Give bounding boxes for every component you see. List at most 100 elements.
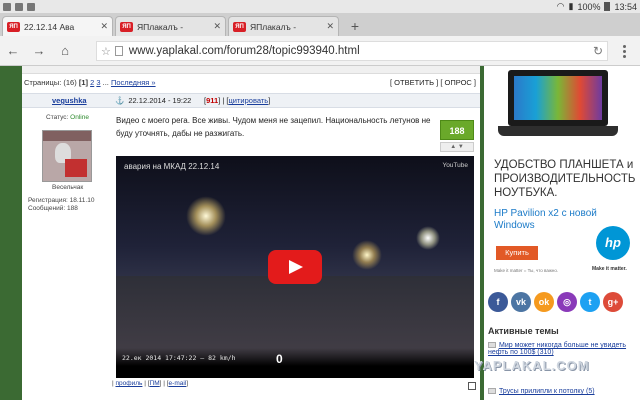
post-date: ⚓ 22.12.2014 - 19:22 bbox=[115, 96, 191, 105]
browser-tab-bar: ЯП 22.12.14 Ава ✕ ЯП ЯПлакалъ - ✕ ЯП ЯПл… bbox=[0, 13, 640, 36]
status-value: Online bbox=[70, 114, 89, 121]
video-streetlight bbox=[186, 196, 226, 236]
overflow-menu-button[interactable] bbox=[612, 41, 636, 61]
tab-2[interactable]: ЯП ЯПлакалъ - ✕ bbox=[115, 16, 226, 36]
page-icon bbox=[114, 46, 123, 56]
reply-button[interactable]: [ ОТВЕТИТЬ ] bbox=[390, 78, 438, 87]
video-speed: 0 bbox=[276, 352, 283, 366]
user-rank: Весельчак bbox=[52, 184, 84, 191]
poll-button[interactable]: [ ОПРОС ] bbox=[440, 78, 476, 87]
back-arrow-icon: ← bbox=[6, 43, 20, 58]
tab-title: ЯПлакалъ - bbox=[250, 21, 297, 32]
active-topic-item[interactable]: Трусы прилипли к потолку (5) bbox=[488, 388, 638, 395]
odnoklassniki-icon[interactable]: ok bbox=[534, 292, 554, 312]
facebook-icon[interactable]: f bbox=[488, 292, 508, 312]
user-registration: Регистрация: 18.11.10 bbox=[28, 197, 95, 204]
pager-label: Страницы: bbox=[24, 78, 62, 87]
avatar-detail bbox=[65, 159, 87, 177]
close-tab-icon[interactable]: ✕ bbox=[213, 21, 221, 32]
pm-link[interactable]: ПМ bbox=[150, 380, 160, 387]
post-icon: ⚓ bbox=[115, 96, 125, 105]
battery-icon bbox=[604, 2, 611, 11]
clock: 13:54 bbox=[614, 1, 637, 12]
forum-column: Страницы: (16) [1] 2 3 ... Последняя » [… bbox=[22, 66, 480, 400]
video-dashcam-overlay bbox=[116, 348, 474, 378]
post-author[interactable]: vegushka bbox=[52, 96, 87, 105]
close-tab-icon[interactable]: ✕ bbox=[100, 21, 108, 32]
windows-tiles bbox=[514, 76, 602, 120]
notification-icon bbox=[27, 2, 35, 11]
ad-headline: УДОБСТВО ПЛАНШЕТА и ПРОИЗВОДИТЕЛЬНОСТЬ Н… bbox=[494, 159, 636, 199]
close-tab-icon[interactable]: ✕ bbox=[326, 21, 334, 32]
home-button[interactable]: ⌂ bbox=[52, 38, 78, 64]
video-player[interactable]: авария на МКАД 22.12.14 YouTube 22.ек 20… bbox=[116, 156, 474, 378]
google-plus-icon[interactable]: g+ bbox=[603, 292, 623, 312]
pager-last-link[interactable]: Последняя » bbox=[111, 78, 156, 87]
post-number[interactable]: 911 bbox=[206, 96, 218, 105]
ad-tagline: Make it matter. bbox=[592, 266, 627, 272]
advertisement[interactable]: УДОБСТВО ПЛАНШЕТА и ПРОИЗВОДИТЕЛЬНОСТЬ Н… bbox=[488, 66, 638, 280]
menu-dot bbox=[622, 49, 626, 53]
back-button[interactable]: ← bbox=[0, 38, 26, 64]
twitter-icon[interactable]: t bbox=[580, 292, 600, 312]
tab-title: 22.12.14 Ава bbox=[24, 21, 75, 32]
menu-dot bbox=[622, 54, 626, 58]
video-title[interactable]: авария на МКАД 22.12.14 bbox=[124, 162, 219, 171]
play-button-icon[interactable] bbox=[268, 250, 322, 284]
pager-current: [1] bbox=[78, 78, 88, 87]
pager-ellipsis: ... bbox=[102, 78, 109, 87]
active-topic-item[interactable]: Мир может никогда больше не увидеть нефт… bbox=[488, 342, 638, 356]
video-timestamp: 22.ек 2014 17:47:22 — 82 km/h bbox=[122, 354, 236, 362]
forward-button[interactable]: → bbox=[26, 38, 52, 64]
pager-link-2[interactable]: 2 bbox=[90, 78, 94, 87]
user-status: Статус: Online bbox=[46, 114, 89, 121]
post-meta: [911] | [цитировать] bbox=[204, 96, 271, 105]
video-provider[interactable]: YouTube bbox=[442, 162, 468, 169]
topic-actions: [ ОТВЕТИТЬ ] [ ОПРОС ] bbox=[390, 78, 476, 87]
menu-dot bbox=[622, 44, 626, 48]
watermark: YAPLAKAL.COM bbox=[474, 358, 590, 373]
right-sidebar: УДОБСТВО ПЛАНШЕТА и ПРОИЗВОДИТЕЛЬНОСТЬ Н… bbox=[484, 66, 640, 400]
wifi-icon: ◠ bbox=[556, 1, 565, 11]
active-topics-title: Активные темы bbox=[488, 326, 559, 336]
new-tab-button[interactable]: + bbox=[341, 16, 369, 36]
active-topic-link[interactable]: Трусы прилипли к потолку (5) bbox=[499, 388, 595, 395]
url-text[interactable]: www.yaplakal.com/forum28/topic993940.htm… bbox=[129, 45, 360, 57]
notification-icon bbox=[15, 2, 23, 11]
pager-link-3[interactable]: 3 bbox=[96, 78, 100, 87]
address-bar[interactable]: ☆ www.yaplakal.com/forum28/topic993940.h… bbox=[96, 41, 608, 61]
battery-percent: 100% bbox=[577, 1, 601, 12]
reload-icon[interactable]: ↻ bbox=[593, 44, 603, 58]
favicon-icon: ЯП bbox=[120, 21, 133, 32]
instagram-icon[interactable]: ◎ bbox=[557, 292, 577, 312]
status-label: Статус: bbox=[46, 114, 69, 121]
bookmark-star-icon[interactable]: ☆ bbox=[101, 45, 111, 58]
avatar[interactable] bbox=[42, 130, 92, 182]
post-date-text: 22.12.2014 - 19:22 bbox=[128, 96, 192, 105]
signal-icon: ▮ bbox=[568, 1, 574, 11]
page-content: Страницы: (16) [1] 2 3 ... Последняя » [… bbox=[0, 66, 640, 400]
scroll-top-icon[interactable] bbox=[468, 382, 476, 390]
notification-icon bbox=[3, 2, 11, 11]
pager-count: (16) bbox=[63, 78, 77, 87]
user-stats: Регистрация: 18.11.10 Сообщений: 188 bbox=[28, 197, 94, 213]
tab-3[interactable]: ЯП ЯПлакалъ - ✕ bbox=[228, 16, 339, 36]
topic-icon bbox=[488, 342, 496, 349]
forward-arrow-icon: → bbox=[32, 43, 46, 58]
tab-1[interactable]: ЯП 22.12.14 Ава ✕ bbox=[2, 16, 113, 36]
hp-logo: hp bbox=[596, 226, 630, 260]
active-topic-link[interactable]: Мир может никогда больше не увидеть нефт… bbox=[488, 342, 626, 356]
laptop-image bbox=[508, 70, 608, 126]
video-streetlight bbox=[352, 240, 382, 270]
favicon-icon: ЯП bbox=[7, 21, 20, 32]
user-messages: Сообщений: 188 bbox=[28, 205, 78, 212]
user-info: Статус: Online Весельчак Регистрация: 18… bbox=[22, 108, 112, 378]
vk-icon[interactable]: vk bbox=[511, 292, 531, 312]
rating-vote-buttons[interactable]: ▲ ▼ bbox=[440, 142, 474, 152]
system-status-bar: ◠ ▮ 100% 13:54 bbox=[0, 0, 640, 13]
profile-link[interactable]: профиль bbox=[116, 380, 143, 387]
pager: Страницы: (16) [1] 2 3 ... Последняя » bbox=[24, 78, 156, 87]
email-link[interactable]: e-mail bbox=[169, 380, 187, 387]
ad-buy-button[interactable]: Купить bbox=[496, 246, 538, 260]
quote-link[interactable]: цитировать bbox=[229, 96, 269, 105]
